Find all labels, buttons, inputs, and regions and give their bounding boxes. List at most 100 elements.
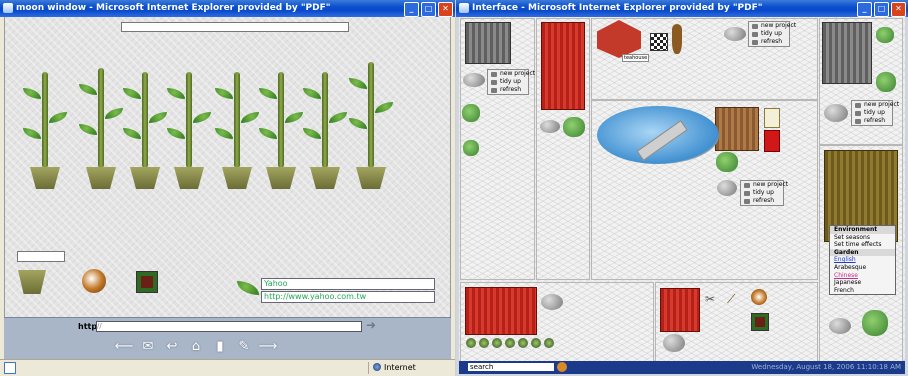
scissors-icon[interactable]: ✂	[705, 293, 727, 305]
home-icon[interactable]: ⌂	[186, 340, 206, 354]
env-garden-japanese[interactable]: Japanese	[830, 279, 895, 287]
bush-decoration[interactable]	[876, 27, 894, 43]
menu-refresh[interactable]: refresh	[488, 86, 528, 94]
pinwheel-icon[interactable]	[479, 338, 489, 348]
forward-arrow-icon[interactable]: ⟶	[258, 340, 278, 354]
potted-plant[interactable]	[165, 17, 213, 207]
menu-new-project[interactable]: new project	[741, 181, 788, 189]
pinwheel-icon[interactable]	[492, 338, 502, 348]
minimize-button[interactable]: _	[857, 2, 872, 17]
scroll-sign-icon[interactable]	[764, 108, 780, 128]
framed-plant-icon[interactable]	[751, 313, 769, 331]
address-input[interactable]: //	[96, 321, 362, 332]
right-window-title: Interface - Microsoft Internet Explorer …	[472, 3, 763, 13]
menu-new-project[interactable]: new project	[488, 70, 535, 78]
compass-icon[interactable]	[751, 289, 767, 305]
menu-tidy-up[interactable]: tidy up	[741, 189, 783, 197]
pinwheel-icon[interactable]	[544, 338, 554, 348]
chessboard-icon[interactable]	[650, 33, 668, 51]
red-shrine-roof[interactable]	[660, 288, 700, 332]
bush-decoration[interactable]	[463, 140, 479, 156]
red-banner-icon[interactable]	[764, 130, 780, 152]
menu-tidy-up[interactable]: tidy up	[488, 78, 528, 86]
maximize-button[interactable]: □	[874, 2, 889, 17]
menu-refresh[interactable]: refresh	[749, 38, 789, 46]
edit-icon[interactable]: ✎	[234, 340, 254, 354]
env-garden-french[interactable]: French	[830, 287, 895, 295]
potted-plant[interactable]	[77, 17, 125, 207]
bush-decoration[interactable]	[563, 117, 585, 137]
env-garden-chinese[interactable]: Chinese	[830, 272, 895, 280]
leaf-icon	[123, 88, 141, 99]
bush-decoration[interactable]	[716, 152, 738, 172]
bottom-taskbar: search Wednesday, August 18, 2006 11:10:…	[459, 361, 905, 374]
potted-plant[interactable]	[121, 17, 169, 207]
name-field[interactable]: Yahoo	[261, 278, 435, 290]
env-garden-arabesque[interactable]: Arabesque	[830, 264, 895, 272]
pinwheel-icon[interactable]	[505, 338, 515, 348]
potted-plant[interactable]	[257, 17, 305, 207]
mail-icon[interactable]: ✉	[138, 340, 158, 354]
brown-pavilion-roof[interactable]	[715, 107, 759, 151]
env-set-time-effects[interactable]: Set time effects	[830, 241, 895, 249]
red-gate-roof[interactable]	[465, 287, 537, 335]
right-title-bar[interactable]: Interface - Microsoft Internet Explorer …	[456, 0, 908, 17]
rock-decoration[interactable]	[724, 27, 746, 41]
search-go-icon[interactable]	[557, 362, 567, 372]
rock-decoration[interactable]	[540, 120, 560, 133]
hoe-tool-icon[interactable]: ⟋	[727, 292, 745, 310]
close-button[interactable]: ✕	[891, 2, 906, 17]
rock-decoration[interactable]	[541, 294, 563, 310]
search-input[interactable]: search	[468, 363, 554, 371]
bush-decoration[interactable]	[876, 72, 896, 92]
url-field[interactable]: http://www.yahoo.com.tw	[261, 291, 435, 303]
menu-new-project[interactable]: new project	[852, 101, 899, 109]
compass-tool-icon[interactable]	[82, 269, 106, 293]
close-button[interactable]: ✕	[438, 2, 453, 17]
undo-icon[interactable]: ↩	[162, 340, 182, 354]
leaf-icon	[303, 128, 321, 139]
rock-decoration[interactable]	[717, 180, 737, 196]
lute-icon[interactable]	[672, 24, 682, 54]
menu-refresh[interactable]: refresh	[852, 117, 892, 125]
gray-pavilion-roof[interactable]	[465, 22, 511, 64]
minimize-button[interactable]: _	[404, 2, 419, 17]
gray-hall-roof[interactable]	[822, 22, 872, 84]
left-title-bar[interactable]: moon window - Microsoft Internet Explore…	[0, 0, 455, 17]
globe-icon	[373, 363, 381, 371]
framed-plant-icon[interactable]	[136, 271, 158, 293]
red-hall-roof[interactable]	[541, 22, 585, 110]
potted-plant[interactable]	[213, 17, 261, 207]
pinwheel-icon[interactable]	[518, 338, 528, 348]
menu-new-project[interactable]: new project	[749, 22, 796, 30]
pot-tool-icon[interactable]	[18, 270, 46, 294]
env-set-seasons[interactable]: Set seasons	[830, 234, 895, 242]
small-input-box[interactable]	[17, 251, 65, 262]
menu-tidy-up[interactable]: tidy up	[749, 30, 789, 38]
back-arrow-icon[interactable]: ⟵	[114, 340, 134, 354]
env-garden-english[interactable]: English	[830, 256, 895, 264]
potted-plant[interactable]	[21, 17, 69, 207]
flower-pot	[222, 167, 252, 189]
potted-plant[interactable]	[301, 17, 349, 207]
menu-refresh[interactable]: refresh	[741, 197, 783, 205]
plant-stem	[368, 62, 374, 168]
trash-icon[interactable]: ▮	[210, 340, 230, 354]
pinwheel-icon[interactable]	[466, 338, 476, 348]
context-menu: new project tidy up refresh	[851, 100, 899, 126]
maximize-button[interactable]: □	[421, 2, 436, 17]
bush-decoration[interactable]	[462, 104, 480, 122]
menu-tidy-up[interactable]: tidy up	[852, 109, 892, 117]
rock-decoration[interactable]	[829, 318, 851, 334]
rock-decoration[interactable]	[663, 334, 685, 352]
leaf-icon	[49, 112, 67, 123]
go-arrow-icon[interactable]: ➜	[366, 319, 380, 331]
address-toolbar: http: // ➜ ⟵ ✉ ↩ ⌂ ▮ ✎ ⟶	[4, 317, 451, 360]
potted-plant[interactable]	[347, 17, 395, 207]
flower-pot	[86, 167, 116, 189]
rock-decoration[interactable]	[463, 73, 485, 87]
flower-pot	[266, 167, 296, 189]
rock-decoration[interactable]	[824, 104, 848, 122]
bush-decoration[interactable]	[862, 310, 888, 336]
pinwheel-icon[interactable]	[531, 338, 541, 348]
